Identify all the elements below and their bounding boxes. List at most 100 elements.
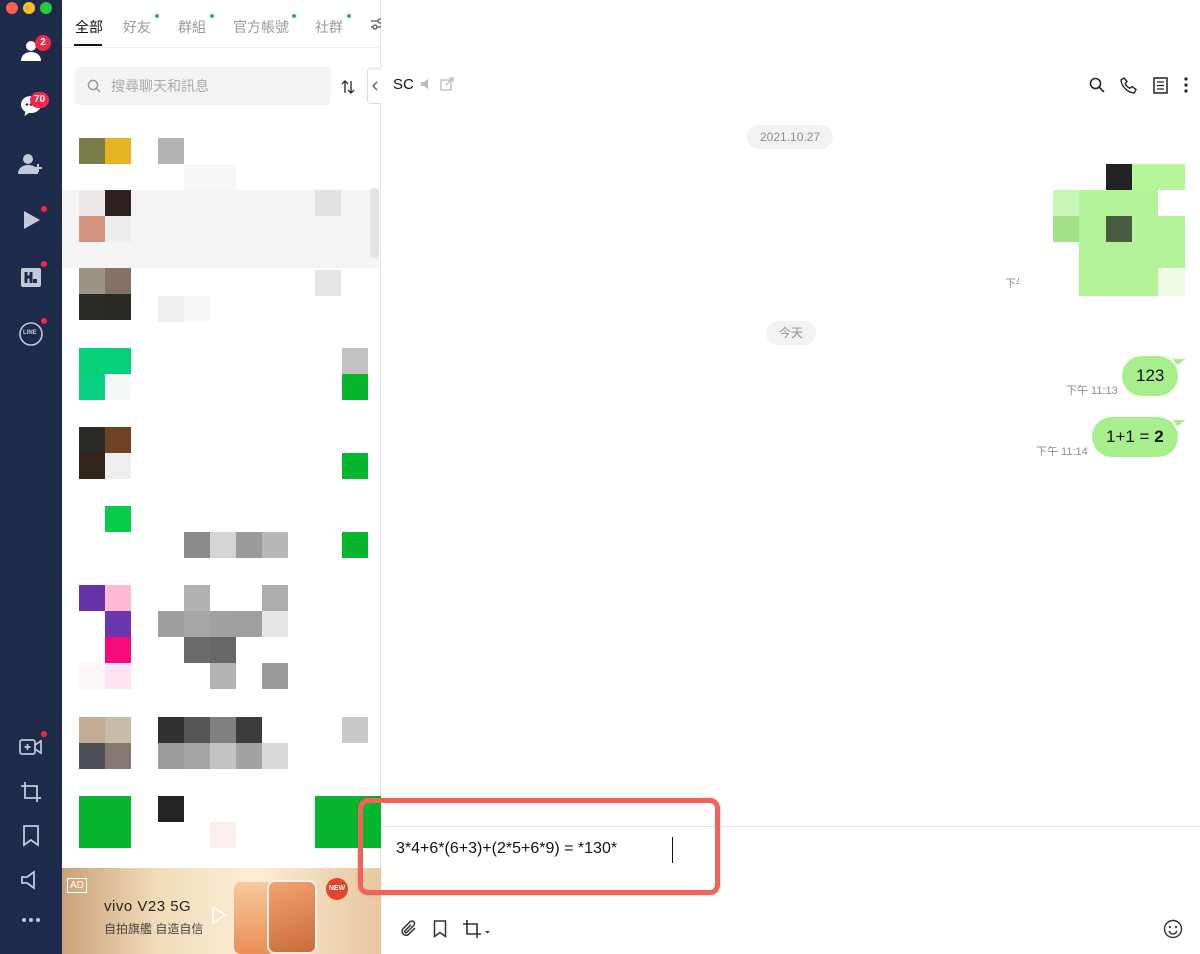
sidebar-rail: 2 70 LINE	[0, 0, 62, 954]
chat-list-item[interactable]	[62, 506, 379, 584]
sent-message-bubble[interactable]: 1+1 = 2	[1092, 417, 1178, 457]
add-person-icon	[18, 154, 42, 174]
screenshot-tool-button[interactable]	[461, 918, 491, 940]
vertical-dots-icon	[1184, 77, 1188, 93]
tab-friends[interactable]: 好友	[123, 17, 151, 37]
search-icon	[87, 79, 101, 93]
keep-button[interactable]	[13, 818, 49, 854]
chats-badge: 70	[30, 92, 50, 108]
news-box-icon	[21, 268, 41, 287]
voom-button[interactable]	[13, 202, 49, 238]
line-logo-text: LINE	[23, 330, 37, 336]
message-input-area[interactable]	[381, 827, 1200, 907]
open-window-button[interactable]	[439, 76, 455, 92]
notes-button[interactable]	[1150, 75, 1170, 95]
ad-brand: vivo V23 5G	[104, 898, 192, 915]
message-input-text[interactable]: 3*4+6*(6+3)+(2*5+6*9) = *130*	[396, 840, 617, 858]
image-timestamp: 下午	[1005, 278, 1019, 290]
keep-save-button[interactable]	[429, 918, 451, 940]
tab-communities[interactable]: 社群	[315, 17, 343, 37]
search-chat-button[interactable]	[1087, 75, 1107, 95]
today-notification-dot	[41, 261, 47, 267]
external-window-icon	[440, 77, 454, 91]
window-zoom-button[interactable]	[40, 2, 52, 14]
ad-play-icon	[212, 906, 226, 924]
line-app-window: 2 70 LINE 全部 好友 群組 官方帳號 社群 搜尋聊天和訊息 AD vi…	[0, 0, 1200, 954]
message-bold-text: 2	[1154, 427, 1164, 446]
tab-groups-dot	[210, 14, 214, 18]
tab-all[interactable]: 全部	[75, 17, 103, 37]
chat-list-item[interactable]	[62, 348, 379, 426]
call-button[interactable]	[1118, 75, 1138, 95]
chat-list-item[interactable]	[62, 796, 381, 868]
chat-list-item[interactable]	[62, 585, 379, 695]
chat-list-item[interactable]	[62, 717, 379, 795]
line-services-button[interactable]: LINE	[13, 316, 49, 352]
bookmark-icon	[433, 920, 447, 938]
message-text: 123	[1136, 366, 1165, 385]
ad-phone-image-2	[267, 880, 317, 954]
chats-button[interactable]: 70	[13, 88, 50, 124]
active-tab-underline	[74, 44, 102, 46]
phone-icon	[1119, 76, 1137, 94]
message-timestamp: 下午 11:13	[1066, 385, 1118, 397]
tab-groups[interactable]: 群組	[178, 17, 206, 37]
date-separator-today: 今天	[766, 321, 817, 345]
announcements-button[interactable]	[13, 862, 49, 898]
speaker-icon	[21, 870, 35, 890]
video-call-button[interactable]	[13, 729, 49, 765]
video-notification-dot	[41, 731, 47, 737]
ad-new-badge: NEW	[326, 878, 348, 900]
chat-search-input[interactable]	[111, 67, 321, 105]
window-minimize-button[interactable]	[23, 2, 35, 14]
attach-file-button[interactable]	[398, 918, 420, 940]
paperclip-icon	[401, 920, 416, 936]
chat-title: SC	[393, 76, 414, 93]
sort-arrows-icon	[341, 80, 355, 94]
more-options-button[interactable]	[1179, 75, 1193, 95]
tabs-divider	[62, 47, 381, 48]
ad-slogan: 自拍旗艦 自造自信	[104, 922, 204, 936]
sent-image-pixelated[interactable]	[1053, 164, 1185, 296]
add-friend-button[interactable]	[13, 146, 49, 182]
ad-banner[interactable]: AD vivo V23 5G 自拍旗艦 自造自信 NEW	[62, 868, 381, 954]
emoji-button[interactable]	[1162, 918, 1184, 940]
today-button[interactable]	[13, 259, 49, 295]
conversation-pane: SC 2021.10.27 下 今天 下午 11:13 123 下午 11:14…	[381, 0, 1200, 954]
more-button[interactable]	[13, 902, 49, 938]
chat-list-panel: 全部 好友 群組 官方帳號 社群 搜尋聊天和訊息 AD vivo V23 5G …	[62, 0, 385, 954]
text-caret	[672, 837, 673, 863]
message-text: 1+1 =	[1106, 427, 1155, 446]
notes-icon	[1152, 76, 1168, 94]
chevron-left-icon	[371, 81, 377, 91]
line-services-notification-dot	[41, 318, 47, 324]
message-timestamp: 下午 11:14	[1036, 446, 1088, 458]
window-close-button[interactable]	[6, 2, 18, 14]
tab-communities-dot	[347, 14, 351, 18]
tab-friends-dot	[155, 14, 159, 18]
collapse-list-button[interactable]	[367, 68, 381, 104]
screenshot-button[interactable]	[13, 774, 49, 810]
chat-list-item[interactable]	[62, 190, 379, 268]
crop-dropdown-icon	[463, 920, 490, 938]
chat-list-item[interactable]	[62, 268, 379, 346]
tab-official-dot	[292, 14, 296, 18]
sort-button[interactable]	[338, 77, 358, 97]
sent-message-bubble[interactable]: 123	[1122, 356, 1179, 396]
more-dots-icon	[22, 918, 40, 922]
speaker-muted-icon	[420, 79, 428, 89]
tab-official-accounts[interactable]: 官方帳號	[233, 17, 289, 37]
search-icon	[1089, 77, 1105, 93]
voom-notification-dot	[41, 206, 47, 212]
chat-search-box[interactable]	[75, 67, 331, 105]
friends-badge: 2	[35, 35, 51, 51]
ad-tag: AD	[67, 878, 87, 893]
bubble-tail	[1172, 413, 1186, 427]
mute-indicator	[419, 76, 433, 92]
friends-button[interactable]: 2	[13, 32, 51, 68]
smiley-icon	[1163, 919, 1183, 939]
bookmark-icon	[23, 825, 39, 847]
date-separator: 2021.10.27	[747, 125, 834, 149]
chat-list-item[interactable]	[62, 427, 379, 505]
bubble-tail	[1172, 352, 1186, 366]
